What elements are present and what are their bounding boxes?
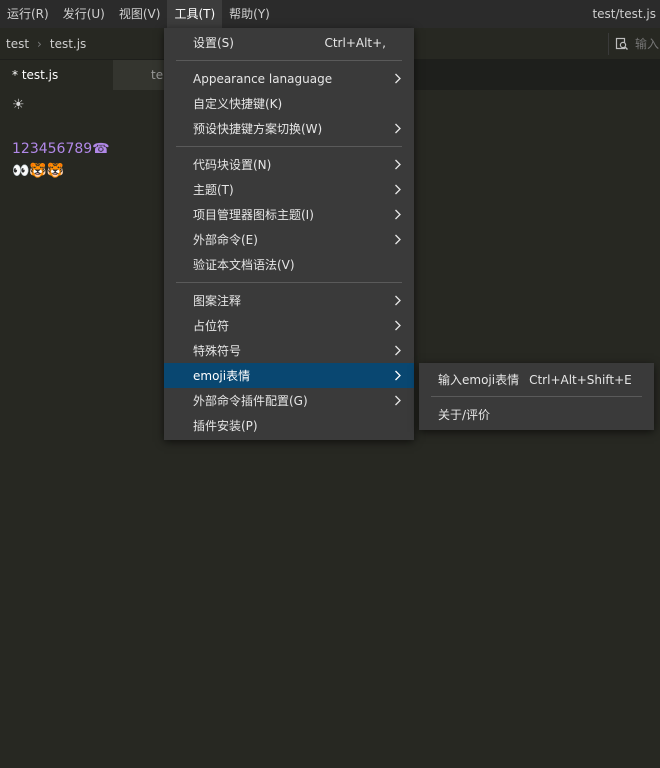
code-editor[interactable]: ☀ 123456789☎ 👀🐯🐯 (12, 94, 110, 182)
editor-line: 123456789☎ (12, 141, 110, 157)
menu-item-label: 验证本文档语法(V) (193, 258, 295, 272)
menu-item-label: emoji表情 (193, 369, 251, 383)
menu-item-external-plugin-config[interactable]: 外部命令插件配置(G) (164, 388, 414, 413)
window-title: test/test.js (592, 7, 656, 21)
menu-separator (176, 146, 402, 147)
chevron-right-icon (395, 73, 401, 84)
shortcut-label: Ctrl+Alt+, (324, 35, 386, 50)
menu-item-validate-syntax[interactable]: 验证本文档语法(V) (164, 252, 414, 277)
chevron-right-icon (395, 159, 401, 170)
chevron-right-icon (395, 234, 401, 245)
chevron-right-icon (395, 184, 401, 195)
menu-item-pattern-comment[interactable]: 图案注释 (164, 288, 414, 313)
breadcrumb-file[interactable]: test.js (50, 37, 86, 51)
chevron-right-icon: › (37, 36, 42, 51)
chevron-right-icon (395, 395, 401, 406)
menu-item-icon-theme[interactable]: 项目管理器图标主题(I) (164, 202, 414, 227)
chevron-right-icon (395, 123, 401, 134)
menu-item-label: 占位符 (193, 319, 230, 333)
menu-separator (431, 396, 642, 397)
menu-item-snippet-settings[interactable]: 代码块设置(N) (164, 152, 414, 177)
shortcut-label: Ctrl+Alt+Shift+E (529, 372, 632, 387)
submenu-item-label: 输入emoji表情 (438, 373, 520, 387)
menu-item-label: Appearance lanaguage (193, 71, 333, 86)
menu-item-appearance-language[interactable]: Appearance lanaguage (164, 66, 414, 91)
menu-view[interactable]: 视图(V) (112, 0, 168, 28)
submenu-item-about[interactable]: 关于/评价 (419, 402, 654, 427)
editor-line: 👀🐯🐯 (12, 163, 65, 179)
chevron-right-icon (395, 345, 401, 356)
menu-item-label: 外部命令插件配置(G) (193, 394, 308, 408)
menu-item-custom-shortcuts[interactable]: 自定义快捷键(K) (164, 91, 414, 116)
menu-item-keymap-preset[interactable]: 预设快捷键方案切换(W) (164, 116, 414, 141)
menu-item-label: 主题(T) (193, 183, 234, 197)
menu-item-label: 设置(S) (193, 36, 234, 50)
search-input[interactable] (635, 37, 659, 51)
chevron-right-icon (395, 370, 401, 381)
menu-item-label: 自定义快捷键(K) (193, 97, 283, 111)
editor-window: 运行(R) 发行(U) 视图(V) 工具(T) 帮助(Y) test/test.… (0, 0, 660, 768)
menu-item-placeholder[interactable]: 占位符 (164, 313, 414, 338)
menu-help[interactable]: 帮助(Y) (222, 0, 277, 28)
menu-item-label: 图案注释 (193, 294, 242, 308)
menu-separator (176, 282, 402, 283)
menu-item-emoji[interactable]: emoji表情 (164, 363, 414, 388)
menu-item-theme[interactable]: 主题(T) (164, 177, 414, 202)
menu-bar: 运行(R) 发行(U) 视图(V) 工具(T) 帮助(Y) (0, 0, 660, 28)
chevron-right-icon (395, 209, 401, 220)
menu-item-label: 外部命令(E) (193, 233, 258, 247)
chevron-right-icon (395, 320, 401, 331)
editor-line: ☀ (12, 97, 25, 113)
chevron-right-icon (395, 295, 401, 306)
menu-separator (176, 60, 402, 61)
search-box[interactable] (608, 33, 660, 55)
menu-item-special-symbols[interactable]: 特殊符号 (164, 338, 414, 363)
submenu-item-label: 关于/评价 (438, 408, 491, 422)
menu-item-label: 插件安装(P) (193, 419, 258, 433)
menu-item-label: 特殊符号 (193, 344, 242, 358)
tab-test-js[interactable]: * test.js (0, 60, 113, 90)
menu-item-plugin-install[interactable]: 插件安装(P) (164, 413, 414, 438)
breadcrumb-folder[interactable]: test (6, 37, 29, 51)
menu-item-label: 代码块设置(N) (193, 158, 272, 172)
menu-item-external-commands[interactable]: 外部命令(E) (164, 227, 414, 252)
menu-publish[interactable]: 发行(U) (56, 0, 112, 28)
submenu-item-insert-emoji[interactable]: 输入emoji表情 Ctrl+Alt+Shift+E (419, 367, 654, 392)
menu-run[interactable]: 运行(R) (0, 0, 56, 28)
menu-item-label: 预设快捷键方案切换(W) (193, 122, 323, 136)
menu-item-label: 项目管理器图标主题(I) (193, 208, 314, 222)
menu-tools[interactable]: 工具(T) (167, 0, 223, 28)
emoji-submenu: 输入emoji表情 Ctrl+Alt+Shift+E 关于/评价 (419, 363, 654, 430)
menu-item-settings[interactable]: 设置(S) Ctrl+Alt+, (164, 30, 414, 55)
tools-menu: 设置(S) Ctrl+Alt+, Appearance lanaguage 自定… (164, 28, 414, 440)
search-icon (615, 37, 628, 50)
